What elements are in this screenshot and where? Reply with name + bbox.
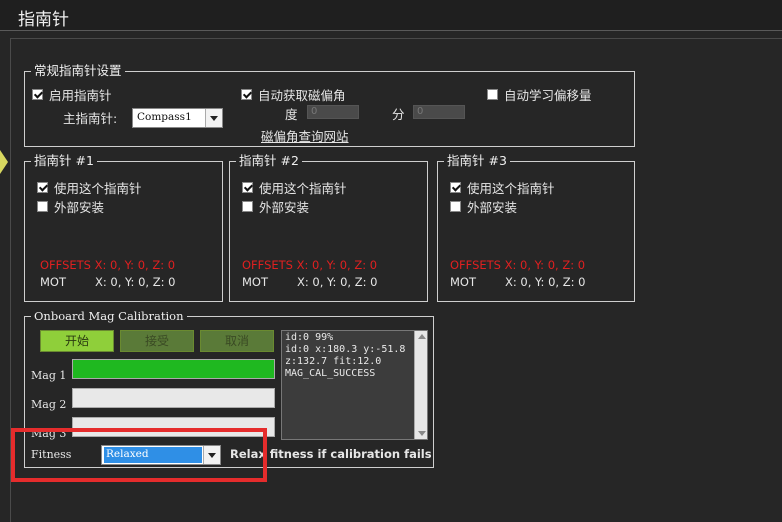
compass-3-use-checkbox[interactable]: 使用这个指南针	[450, 178, 555, 197]
log-line: z:132.7 fit:12.0	[285, 356, 382, 367]
compass-1-offsets: OFFSETS X: 0, Y: 0, Z: 0	[40, 258, 176, 272]
scroll-down-icon[interactable]	[418, 431, 426, 436]
primary-compass-label: 主指南针:	[63, 111, 118, 126]
compass-3-external-checkbox[interactable]: 外部安装	[450, 197, 517, 216]
cancel-button[interactable]: 取消	[200, 330, 274, 352]
compass-2-mot-label: MOT	[242, 275, 268, 289]
log-line: id:0 x:180.3 y:-51.8	[285, 344, 406, 355]
mag-2-progress	[72, 388, 275, 408]
compass-2-external-label: 外部安装	[259, 200, 310, 215]
compass-2-external-checkbox[interactable]: 外部安装	[242, 197, 309, 216]
compass-3-external-check[interactable]	[450, 201, 461, 212]
auto-declination-check[interactable]	[241, 89, 252, 100]
compass-2-title: 指南针 #2	[236, 153, 302, 169]
auto-learn-offsets-label: 自动学习偏移量	[504, 88, 592, 103]
compass-1-mot-values: X: 0, Y: 0, Z: 0	[95, 275, 176, 289]
mag-1-progress	[72, 359, 275, 379]
degree-label: 度	[285, 107, 298, 122]
enable-compass-label: 启用指南针	[49, 88, 112, 103]
compass-3-external-label: 外部安装	[467, 200, 518, 215]
compass-2-offsets: OFFSETS X: 0, Y: 0, Z: 0	[242, 258, 378, 272]
calibration-log[interactable]: id:0 99% id:0 x:180.3 y:-51.8 z:132.7 fi…	[281, 330, 428, 440]
calibration-title: Onboard Mag Calibration	[31, 308, 187, 324]
auto-declination-label: 自动获取磁偏角	[258, 88, 346, 103]
compass-2-use-checkbox[interactable]: 使用这个指南针	[242, 178, 347, 197]
highlight-annotation	[11, 428, 267, 482]
title-bar: 指南针	[0, 0, 782, 31]
compass-1-use-label: 使用这个指南针	[54, 181, 142, 196]
compass-2-group: 指南针 #2 使用这个指南针 外部安装 OFFSETS X: 0, Y: 0, …	[229, 153, 428, 302]
start-button[interactable]: 开始	[40, 330, 114, 352]
auto-learn-offsets-check[interactable]	[487, 89, 498, 100]
compass-1-external-checkbox[interactable]: 外部安装	[37, 197, 104, 216]
compass-1-external-label: 外部安装	[54, 200, 105, 215]
chevron-down-icon[interactable]	[205, 109, 222, 127]
compass-3-group: 指南针 #3 使用这个指南针 外部安装 OFFSETS X: 0, Y: 0, …	[437, 153, 635, 302]
primary-compass-value: Compass1	[137, 111, 192, 123]
mag-2-label: Mag 2	[31, 398, 67, 411]
degree-input[interactable]: 0	[307, 105, 359, 119]
compass-3-use-check[interactable]	[450, 182, 461, 193]
compass-3-title: 指南针 #3	[444, 153, 510, 169]
minute-label: 分	[392, 107, 405, 122]
collapse-tab-icon[interactable]	[0, 150, 8, 174]
compass-1-external-check[interactable]	[37, 201, 48, 212]
minute-input[interactable]: 0	[413, 105, 465, 119]
accept-button[interactable]: 接受	[120, 330, 194, 352]
compass-2-use-label: 使用这个指南针	[259, 181, 347, 196]
compass-1-title: 指南针 #1	[31, 153, 97, 169]
general-settings-title: 常规指南针设置	[31, 63, 125, 79]
declination-website-link[interactable]: 磁偏角查询网站	[261, 126, 349, 145]
scroll-up-icon[interactable]	[418, 334, 426, 339]
compass-3-mot-values: X: 0, Y: 0, Z: 0	[505, 275, 586, 289]
page-title: 指南针	[18, 10, 69, 30]
mag-1-progress-fill	[73, 360, 274, 378]
compass-2-mot-values: X: 0, Y: 0, Z: 0	[297, 275, 378, 289]
compass-2-use-check[interactable]	[242, 182, 253, 193]
compass-1-mot-label: MOT	[40, 275, 66, 289]
general-compass-settings: 常规指南针设置 启用指南针 主指南针: Compass1 自动获取磁偏角 度 0…	[24, 63, 635, 147]
enable-compass-check[interactable]	[32, 89, 43, 100]
mag-1-label: Mag 1	[31, 369, 67, 382]
enable-compass-checkbox[interactable]: 启用指南针	[32, 85, 112, 104]
primary-compass-select[interactable]: Compass1	[132, 108, 223, 128]
compass-1-group: 指南针 #1 使用这个指南针 外部安装 OFFSETS X: 0, Y: 0, …	[24, 153, 223, 302]
auto-learn-offsets-checkbox[interactable]: 自动学习偏移量	[487, 85, 592, 104]
compass-2-external-check[interactable]	[242, 201, 253, 212]
log-scrollbar[interactable]	[414, 331, 427, 439]
compass-3-use-label: 使用这个指南针	[467, 181, 555, 196]
auto-declination-checkbox[interactable]: 自动获取磁偏角	[241, 85, 346, 104]
compass-3-mot-label: MOT	[450, 275, 476, 289]
log-line: id:0 99%	[285, 332, 334, 343]
compass-3-offsets: OFFSETS X: 0, Y: 0, Z: 0	[450, 258, 586, 272]
log-line: MAG_CAL_SUCCESS	[285, 368, 376, 379]
compass-1-use-checkbox[interactable]: 使用这个指南针	[37, 178, 142, 197]
compass-1-use-check[interactable]	[37, 182, 48, 193]
